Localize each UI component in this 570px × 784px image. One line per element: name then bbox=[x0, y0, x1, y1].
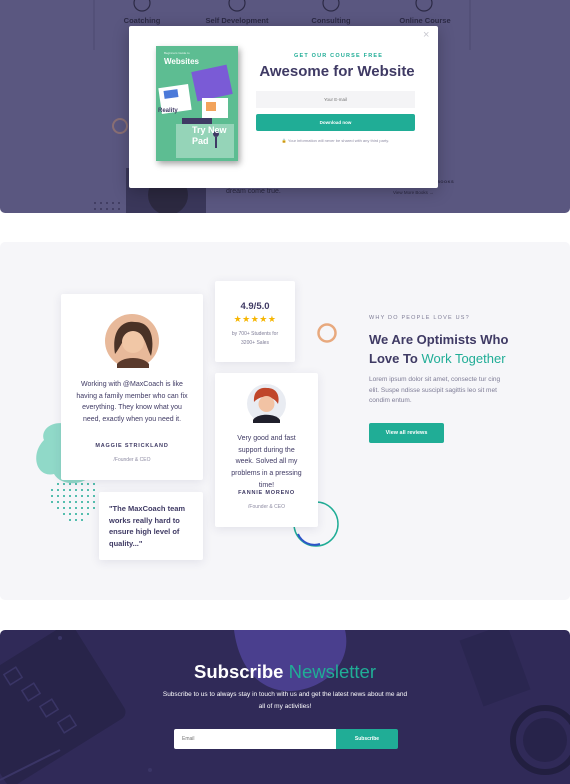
modal-eyebrow: GET OUR COURSE FREE bbox=[294, 53, 384, 59]
lock-icon: 🔒 bbox=[281, 138, 287, 143]
category-coaching: Coatching bbox=[123, 16, 161, 25]
reviewer-name: MAGGIE STRICKLAND bbox=[95, 443, 169, 449]
reviewer-role: /Founder & CEO bbox=[248, 504, 285, 510]
download-button[interactable]: Download now bbox=[256, 114, 415, 131]
view-all-reviews-button[interactable]: View all reviews bbox=[369, 423, 444, 443]
newsletter-section: Subscribe Newsletter Subscribe to us to … bbox=[0, 630, 570, 784]
privacy-note: 🔒 Your information will never be shared … bbox=[256, 138, 415, 143]
category-online-course: Online Course bbox=[399, 16, 451, 25]
testimonial-quote: "The MaxCoach team works really hard to … bbox=[109, 504, 186, 548]
overlay-backdrop[interactable]: Coatching Self Development Consulting On… bbox=[0, 0, 570, 213]
rating-caption: by 700+ Students for 3200+ Sales bbox=[231, 331, 279, 346]
section-title: We Are Optimists Who Love To Work Togeth… bbox=[369, 330, 539, 368]
subscribe-button[interactable]: Subscribe bbox=[336, 729, 398, 749]
book-word: Reality bbox=[158, 108, 178, 114]
email-field[interactable] bbox=[174, 729, 337, 749]
ghost-heading: BOOKS bbox=[437, 179, 455, 184]
newsletter-description: Subscribe to us to always stay in touch … bbox=[162, 691, 408, 710]
book-subtitle: Beginners Guide to bbox=[164, 51, 190, 55]
section-eyebrow: WHY DO PEOPLE LOVE US? bbox=[369, 315, 470, 321]
testimonial-card-3: "The MaxCoach team works really hard to … bbox=[99, 492, 203, 560]
course-popup-modal: × Beginners Guide to Websites Reality Tr… bbox=[129, 26, 438, 188]
category-self-development: Self Development bbox=[205, 16, 269, 25]
section-body: Lorem ipsum dolor sit amet, consecte tur… bbox=[369, 376, 501, 404]
title-accent: Work Together bbox=[421, 351, 506, 366]
testimonial-card-1: Working with @MaxCoach is like having a … bbox=[61, 294, 203, 480]
title-plain: Subscribe bbox=[194, 661, 289, 682]
book-title: Websites bbox=[164, 57, 199, 66]
avatar bbox=[105, 314, 159, 368]
rating-card: 4.9/5.0 ★★★★★ by 700+ Students for 3200+… bbox=[215, 281, 295, 362]
title-accent: Newsletter bbox=[288, 661, 376, 682]
testimonial-quote: Very good and fast support during the we… bbox=[231, 435, 302, 489]
modal-title: Awesome for Website bbox=[259, 63, 415, 80]
category-consulting: Consulting bbox=[311, 16, 351, 25]
close-icon[interactable]: × bbox=[423, 29, 429, 41]
testimonial-card-2: Very good and fast support during the we… bbox=[215, 373, 318, 527]
title-line-2: Love To bbox=[369, 351, 422, 366]
rating-score: 4.9/5.0 bbox=[240, 301, 270, 312]
reviewer-name: FANNIE MORENO bbox=[238, 490, 295, 496]
avatar bbox=[247, 384, 286, 423]
newsletter-title: Subscribe Newsletter bbox=[0, 661, 570, 683]
book-cover-image: Beginners Guide to Websites Reality Try … bbox=[156, 46, 238, 161]
reviewer-role: /Founder & CEO bbox=[113, 457, 151, 463]
privacy-text: Your information will never be shared wi… bbox=[287, 138, 390, 143]
title-line-1: We Are Optimists Who bbox=[369, 332, 509, 347]
ghost-text: dream come true. bbox=[226, 188, 281, 195]
testimonial-quote: Working with @MaxCoach is like having a … bbox=[76, 381, 188, 424]
book-tagline: Try New Pad bbox=[192, 125, 227, 146]
email-field[interactable] bbox=[256, 91, 415, 108]
view-more-link: View More Books → bbox=[393, 190, 434, 195]
reviews-section: Working with @MaxCoach is like having a … bbox=[0, 242, 570, 600]
star-rating-icon: ★★★★★ bbox=[233, 314, 277, 324]
